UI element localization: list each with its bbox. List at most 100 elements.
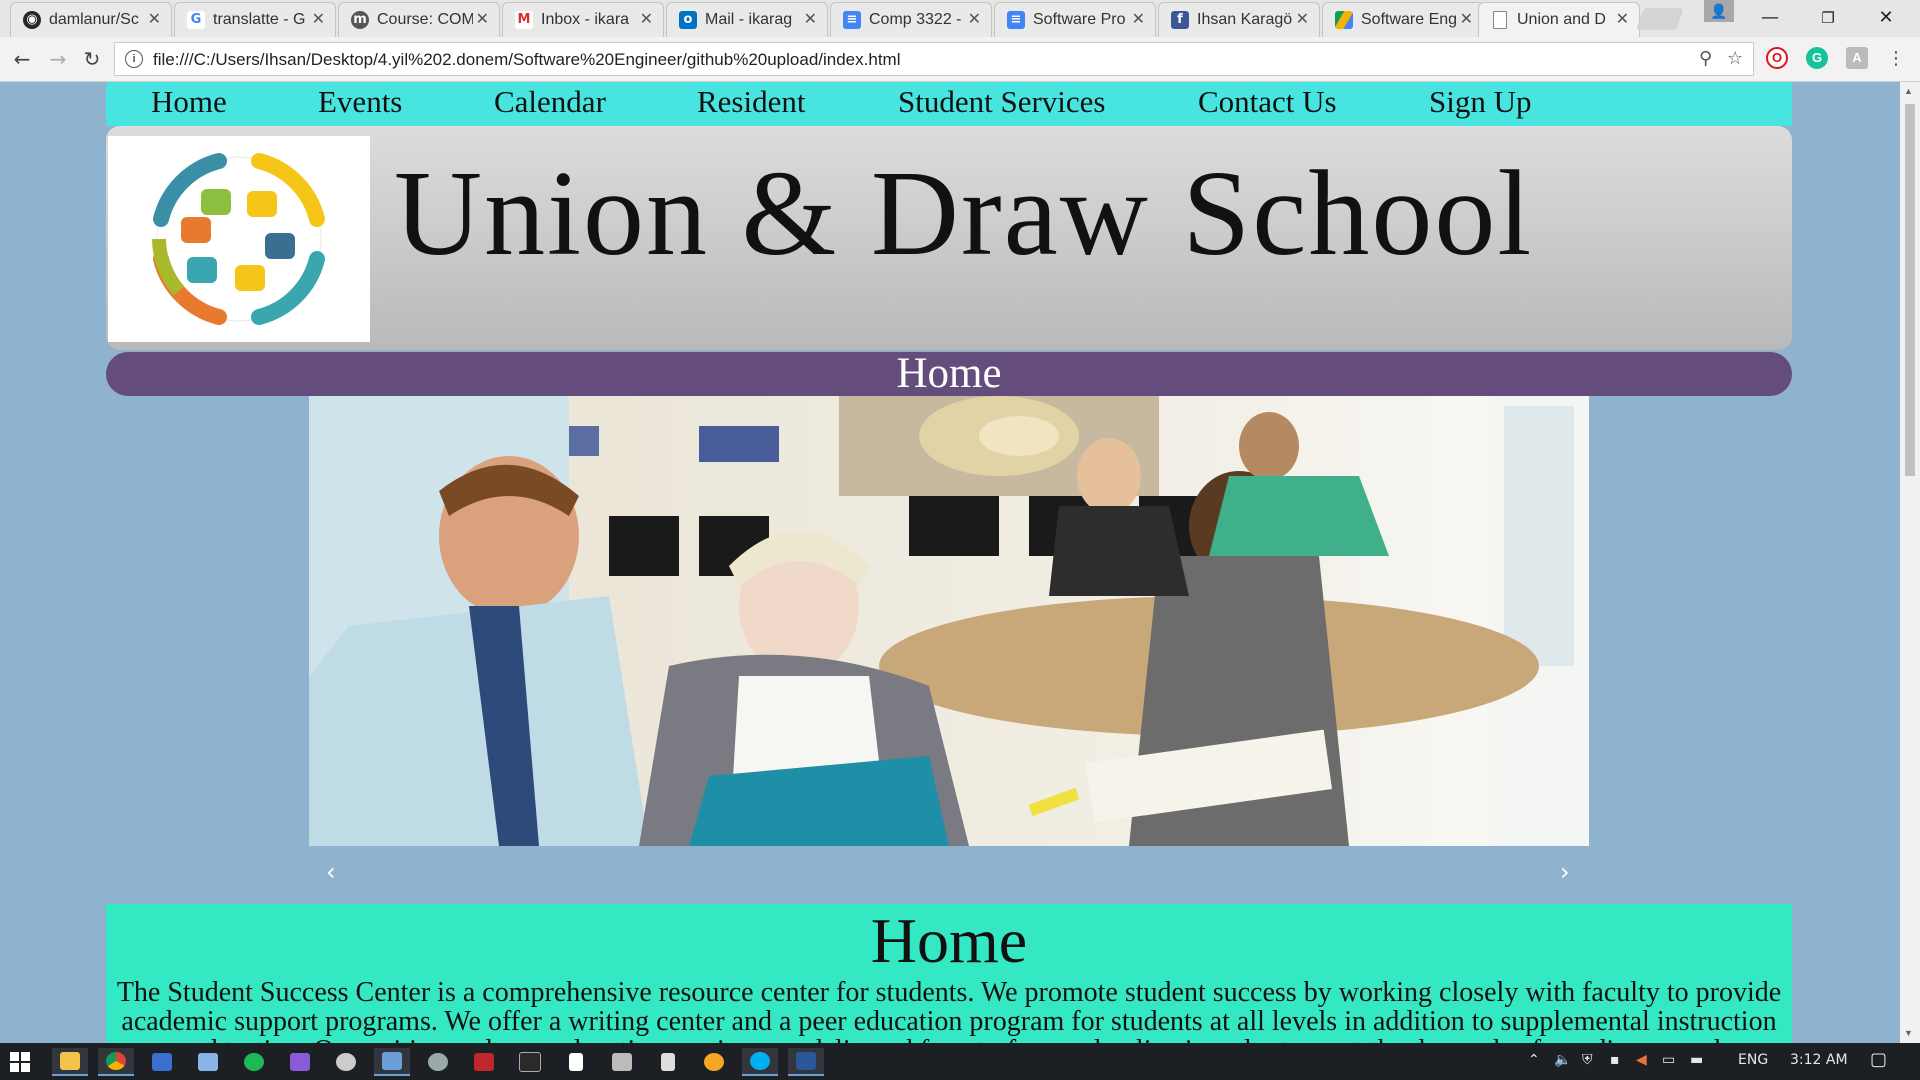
outlook-icon: o	[679, 11, 697, 29]
moodle-icon: m	[351, 11, 369, 29]
nav-home[interactable]: Home	[151, 84, 227, 120]
app-icon[interactable]	[604, 1048, 640, 1076]
carousel-image	[309, 396, 1589, 846]
back-icon[interactable]: ←	[8, 45, 36, 73]
clock[interactable]: 3:12 AM	[1790, 1052, 1848, 1068]
tab-label: Mail - ikarag	[705, 11, 793, 28]
tab-label: Ihsan Karagö	[1197, 11, 1293, 28]
new-tab-button[interactable]	[1635, 8, 1685, 30]
volume-icon[interactable]: 🔈	[1554, 1052, 1571, 1068]
language-indicator[interactable]: ENG	[1738, 1052, 1768, 1068]
chrome-icon[interactable]	[98, 1048, 134, 1076]
tab-label: Software Pro	[1033, 11, 1126, 28]
nav-resident[interactable]: Resident	[697, 84, 806, 120]
nav-student-services[interactable]: Student Services	[898, 84, 1106, 120]
tab-software-pro[interactable]: ≡ Software Pro ✕	[994, 2, 1156, 37]
scrollbar-thumb[interactable]	[1905, 104, 1915, 476]
tab-strip: ◉ damlanur/Sc ✕ G translatte - G ✕ m Cou…	[0, 0, 1920, 37]
app-icon[interactable]	[144, 1048, 180, 1076]
forward-icon[interactable]: →	[44, 45, 72, 73]
nav-calendar[interactable]: Calendar	[494, 84, 606, 120]
filezilla-icon[interactable]	[466, 1048, 502, 1076]
scroll-up-icon[interactable]: ▲	[1904, 86, 1913, 96]
tab-label: Comp 3322 -	[869, 11, 962, 28]
app-icon[interactable]	[374, 1048, 410, 1076]
close-icon[interactable]: ✕	[640, 9, 653, 28]
zoom-icon[interactable]: ⚲	[1699, 48, 1712, 69]
nav-contact-us[interactable]: Contact Us	[1198, 84, 1337, 120]
tab-label: Union and D	[1517, 11, 1606, 28]
notepad-icon[interactable]	[558, 1048, 594, 1076]
nav-events[interactable]: Events	[318, 84, 402, 120]
defender-icon[interactable]: ⛨	[1582, 1052, 1593, 1068]
page-scrollbar[interactable]: ▲ ▼	[1900, 82, 1920, 1043]
close-icon[interactable]: ✕	[1460, 9, 1473, 28]
github-icon: ◉	[23, 11, 41, 29]
notifications-icon[interactable]: ▢	[1870, 1049, 1887, 1070]
file-explorer-icon[interactable]	[52, 1048, 88, 1076]
app-icon[interactable]	[420, 1048, 456, 1076]
extension-icon[interactable]: A	[1846, 47, 1868, 69]
window-close-icon[interactable]: ✕	[1864, 4, 1908, 32]
close-icon[interactable]: ✕	[1132, 9, 1145, 28]
scroll-down-icon[interactable]: ▼	[1904, 1028, 1913, 1038]
menu-icon[interactable]: ⋮	[1882, 45, 1910, 73]
visual-studio-icon[interactable]	[282, 1048, 318, 1076]
terminal-icon[interactable]	[512, 1048, 548, 1076]
star-icon[interactable]: ☆	[1727, 48, 1743, 69]
close-icon[interactable]: ✕	[1296, 9, 1309, 28]
top-navigation: Home Events Calendar Resident Student Se…	[106, 82, 1792, 126]
grammarly-icon[interactable]: G	[1806, 47, 1828, 69]
reload-icon[interactable]: ↻	[78, 45, 106, 73]
carousel-prev-button[interactable]: ‹	[326, 858, 336, 886]
tab-translate[interactable]: G translatte - G ✕	[174, 2, 336, 37]
tray-chevron-icon[interactable]: ⌃	[1528, 1052, 1540, 1068]
carousel-next-button[interactable]: ›	[1560, 858, 1570, 886]
tab-github[interactable]: ◉ damlanur/Sc ✕	[10, 2, 172, 37]
google-icon: G	[187, 11, 205, 29]
school-logo	[108, 136, 370, 342]
close-icon[interactable]: ✕	[148, 9, 161, 28]
tab-comp3322[interactable]: ≡ Comp 3322 - ✕	[830, 2, 992, 37]
app-icon[interactable]	[328, 1048, 364, 1076]
tab-label: Software Eng	[1361, 11, 1457, 28]
content-section: Home The Student Success Center is a com…	[106, 904, 1792, 1043]
calculator-icon[interactable]	[650, 1048, 686, 1076]
close-icon[interactable]: ✕	[1616, 9, 1629, 28]
app-icon[interactable]	[696, 1048, 732, 1076]
tab-facebook[interactable]: f Ihsan Karagö ✕	[1158, 2, 1320, 37]
start-icon[interactable]	[2, 1048, 38, 1076]
info-icon[interactable]: i	[125, 50, 143, 68]
spotify-icon[interactable]	[236, 1048, 272, 1076]
tray-app-icon[interactable]: ▪	[1610, 1052, 1620, 1068]
school-banner: Union & Draw School	[106, 126, 1792, 350]
tab-course[interactable]: m Course: COM ✕	[338, 2, 500, 37]
battery-icon[interactable]: ▬	[1690, 1052, 1703, 1068]
profile-icon[interactable]: 👤	[1704, 0, 1734, 22]
app-icon[interactable]	[190, 1048, 226, 1076]
content-paragraph: The Student Success Center is a comprehe…	[116, 977, 1782, 1043]
word-icon[interactable]	[788, 1048, 824, 1076]
close-icon[interactable]: ✕	[476, 9, 489, 28]
restore-icon[interactable]: ❐	[1806, 4, 1850, 32]
gmail-icon: M	[515, 11, 533, 29]
tab-union-and-draw[interactable]: Union and D ✕	[1478, 2, 1640, 37]
tray-alert-icon[interactable]: ◀	[1636, 1052, 1647, 1068]
address-bar[interactable]: i file:///C:/Users/Ihsan/Desktop/4.yil%2…	[114, 42, 1754, 76]
skype-icon[interactable]	[742, 1048, 778, 1076]
url-text[interactable]: file:///C:/Users/Ihsan/Desktop/4.yil%202…	[153, 50, 900, 70]
close-icon[interactable]: ✕	[312, 9, 325, 28]
tab-label: translatte - G	[213, 11, 306, 28]
content-heading: Home	[870, 905, 1028, 976]
windows-taskbar: ⌃ 🔈 ⛨ ▪ ◀ ▭ ▬ ENG 3:12 AM ▢	[0, 1043, 1920, 1080]
close-icon[interactable]: ✕	[804, 9, 817, 28]
network-icon[interactable]: ▭	[1662, 1052, 1675, 1068]
close-icon[interactable]: ✕	[968, 9, 981, 28]
tab-drive[interactable]: Software Eng ✕	[1322, 2, 1484, 37]
opera-icon[interactable]: O	[1766, 47, 1788, 69]
web-page: Home Events Calendar Resident Student Se…	[0, 82, 1900, 1043]
tab-gmail[interactable]: M Inbox - ikara ✕	[502, 2, 664, 37]
minimize-icon[interactable]: —	[1748, 4, 1792, 32]
nav-sign-up[interactable]: Sign Up	[1429, 84, 1532, 120]
tab-outlook[interactable]: o Mail - ikarag ✕	[666, 2, 828, 37]
